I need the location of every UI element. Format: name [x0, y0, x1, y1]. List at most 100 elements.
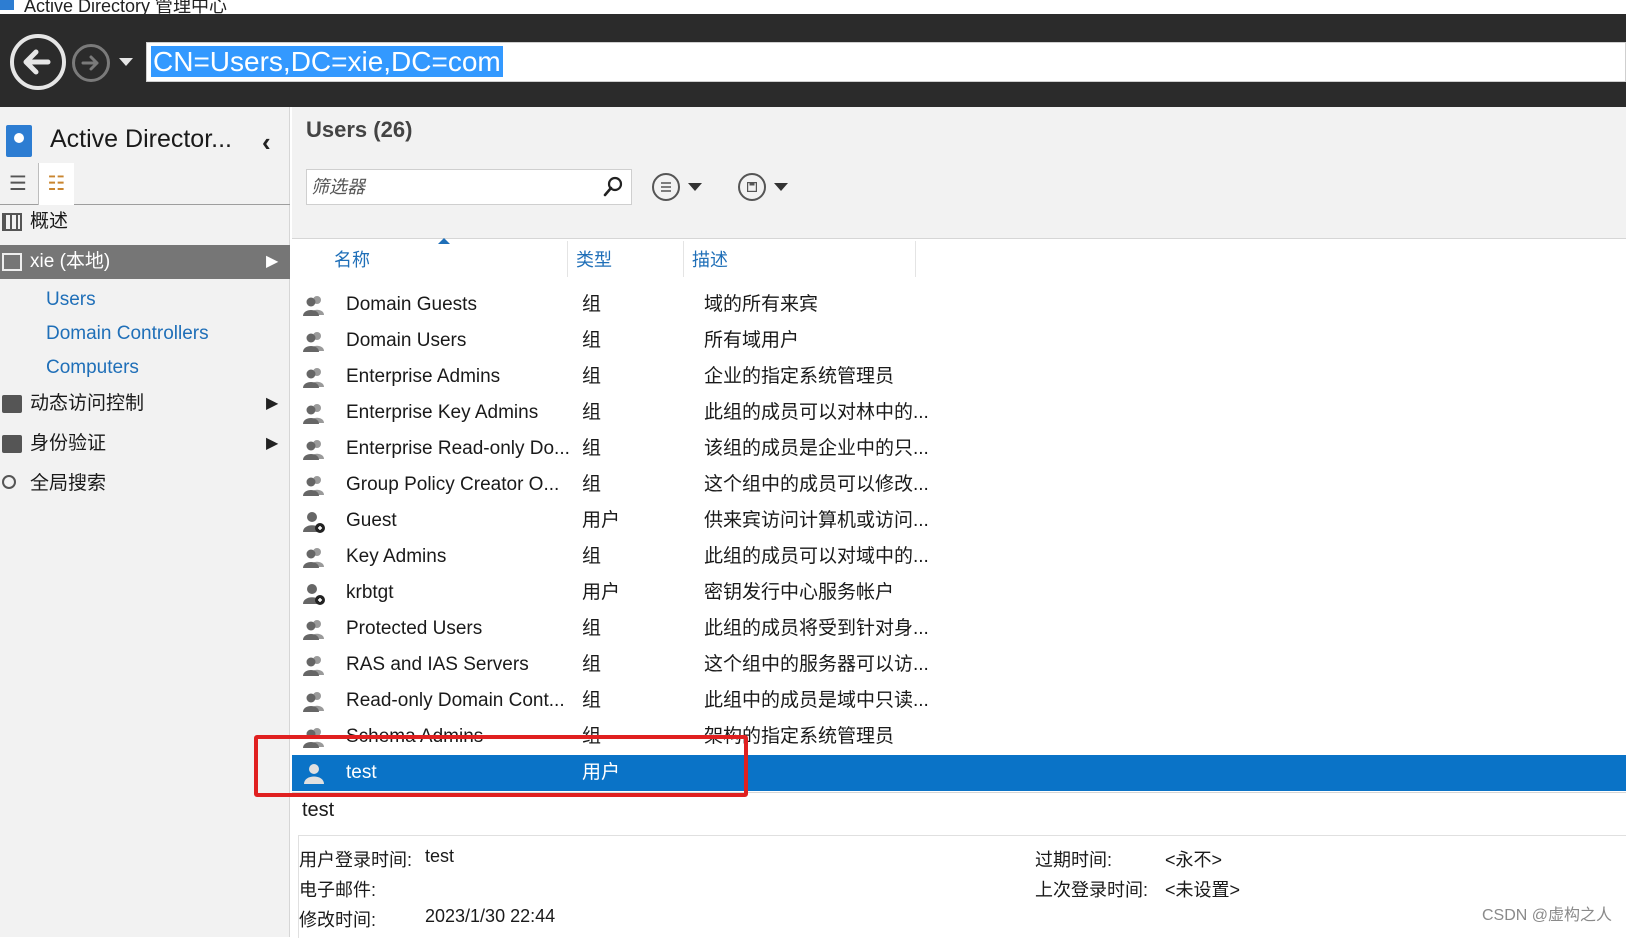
logon-name-value: test [425, 846, 455, 866]
nav-item-computers[interactable]: Computers [0, 351, 290, 385]
table-row[interactable]: Enterprise Read-only Do... 组 该组的成员是企业中的只..… [292, 431, 1626, 467]
nav-item-domain-controllers[interactable]: Domain Controllers [0, 317, 290, 351]
row-description: 所有域用户 [704, 330, 800, 351]
table-header: 名称 类型 描述 [292, 238, 1626, 277]
last-logon-label: 上次登录时间: [1035, 880, 1149, 900]
row-name: Enterprise Key Admins [346, 402, 539, 423]
row-description: 域的所有来宾 [704, 294, 819, 315]
row-name: RAS and IAS Servers [346, 654, 529, 675]
table-row[interactable]: Domain Guests 组 域的所有来宾 [292, 287, 1626, 323]
group-icon [303, 548, 324, 568]
column-header-label: 描述 [692, 250, 728, 270]
table-row[interactable]: Read-only Domain Cont... 组 此组中的成员是域中只读... [292, 683, 1626, 719]
details-body: 用户登录时间: test 电子邮件: 修改时间: 2023/1/30 22:44… [298, 835, 1626, 938]
nav-item-label: 动态访问控制 [30, 393, 145, 414]
table-row[interactable]: Guest 用户 供来宾访问计算机或访问... [292, 503, 1626, 539]
nav-item-authentication[interactable]: 身份验证 ▶ [0, 427, 290, 461]
list-view-icon[interactable]: ☰ [0, 163, 36, 205]
row-type: 用户 [582, 510, 621, 531]
nav-item-users[interactable]: Users [0, 283, 290, 317]
row-name: Enterprise Admins [346, 366, 501, 387]
row-type: 组 [582, 438, 602, 459]
save-query-button[interactable] [738, 173, 798, 203]
expand-arrow-icon[interactable]: ▶ [266, 245, 278, 279]
expires-value: <永不> [1165, 850, 1223, 870]
column-header-description[interactable]: 描述 [684, 241, 916, 277]
back-button[interactable] [10, 34, 66, 90]
nav-item-label: 概述 [30, 211, 69, 232]
search-icon [2, 475, 16, 489]
address-path-input[interactable]: CN=Users,DC=xie,DC=com [146, 42, 1626, 82]
list-options-button[interactable] [652, 173, 712, 203]
table-row[interactable]: krbtgt 用户 密钥发行中心服务帐户 [292, 575, 1626, 611]
domain-icon [2, 253, 22, 271]
filter-input[interactable] [311, 172, 591, 202]
forward-arrow-icon [81, 55, 99, 71]
disabled-user-icon [303, 512, 325, 533]
row-type: 组 [582, 402, 602, 423]
chevron-down-icon [688, 183, 702, 191]
nav-item-domain-xie[interactable]: xie (本地) ▶ [0, 245, 290, 279]
nav-item-label: 全局搜索 [30, 473, 107, 494]
group-icon [303, 620, 324, 640]
title-bar: Active Directory 管理中心 [0, 0, 1626, 14]
nav-item-label: 身份验证 [30, 433, 107, 454]
expand-arrow-icon[interactable]: ▶ [266, 387, 278, 421]
table-row[interactable]: Protected Users 组 此组的成员将受到针对身... [292, 611, 1626, 647]
row-name: Group Policy Creator O... [346, 474, 560, 495]
main-content: Users (26) 名称 类型 [292, 107, 1626, 938]
table-row[interactable]: Enterprise Key Admins 组 此组的成员可以对林中的... [292, 395, 1626, 431]
row-name: Domain Guests [346, 294, 477, 315]
row-description: 架构的指定系统管理员 [704, 726, 895, 747]
history-dropdown-icon[interactable] [116, 54, 136, 70]
modified-label: 修改时间: [299, 910, 377, 930]
window-title: Active Directory 管理中心 [24, 0, 228, 14]
row-type: 用户 [582, 582, 621, 603]
folder-icon [2, 395, 22, 413]
app-icon [0, 0, 14, 10]
nav-item-overview[interactable]: 概述 [0, 205, 290, 239]
row-name: Domain Users [346, 330, 467, 351]
column-header-label: 名称 [334, 250, 370, 270]
row-type: 组 [582, 330, 602, 351]
row-name: Read-only Domain Cont... [346, 690, 565, 711]
table-row[interactable]: Domain Users 组 所有域用户 [292, 323, 1626, 359]
address-path-text: CN=Users,DC=xie,DC=com [151, 46, 503, 77]
chevron-down-icon [774, 183, 788, 191]
group-icon [303, 332, 324, 352]
details-panel: test 用户登录时间: test 电子邮件: 修改时间: 2023/1/30 … [292, 792, 1626, 938]
row-type: 组 [582, 474, 602, 495]
overview-icon [2, 213, 22, 231]
table-row[interactable]: Group Policy Creator O... 组 这个组中的成员可以修改... [292, 467, 1626, 503]
page-title: Users (26) [306, 117, 413, 142]
expires-label: 过期时间: [1035, 850, 1113, 870]
table-row[interactable]: RAS and IAS Servers 组 这个组中的服务器可以访... [292, 647, 1626, 683]
collapse-nav-icon[interactable]: ‹ [262, 127, 271, 158]
row-description: 该组的成员是企业中的只... [704, 438, 929, 459]
column-header-type[interactable]: 类型 [568, 241, 684, 277]
last-logon-value: <未设置> [1165, 880, 1241, 900]
row-description: 此组的成员可以对林中的... [704, 402, 929, 423]
nav-item-dynamic-access-control[interactable]: 动态访问控制 ▶ [0, 387, 290, 421]
row-type: 组 [582, 546, 602, 567]
row-description: 此组中的成员是域中只读... [704, 690, 929, 711]
table-row[interactable]: Key Admins 组 此组的成员可以对域中的... [292, 539, 1626, 575]
nav-item-label: xie (本地) [30, 251, 111, 272]
disabled-user-icon [303, 584, 325, 605]
table-row[interactable]: Enterprise Admins 组 企业的指定系统管理员 [292, 359, 1626, 395]
row-description: 供来宾访问计算机或访问... [704, 510, 929, 531]
nav-title: Active Director... [50, 125, 232, 153]
nav-header: Active Director... ‹ [0, 117, 290, 157]
modified-value: 2023/1/30 22:44 [425, 906, 556, 926]
sort-ascending-icon [438, 238, 450, 244]
forward-button[interactable] [72, 44, 110, 82]
expand-arrow-icon[interactable]: ▶ [266, 427, 278, 461]
group-icon [303, 656, 324, 676]
list-options-icon [652, 173, 680, 201]
view-toggles: ☰ ☷ [0, 163, 290, 205]
tree-view-icon[interactable]: ☷ [38, 163, 74, 205]
column-header-name[interactable]: 名称 [326, 238, 568, 277]
search-icon[interactable] [603, 176, 623, 198]
row-description: 密钥发行中心服务帐户 [704, 582, 895, 603]
nav-item-global-search[interactable]: 全局搜索 [0, 467, 290, 501]
